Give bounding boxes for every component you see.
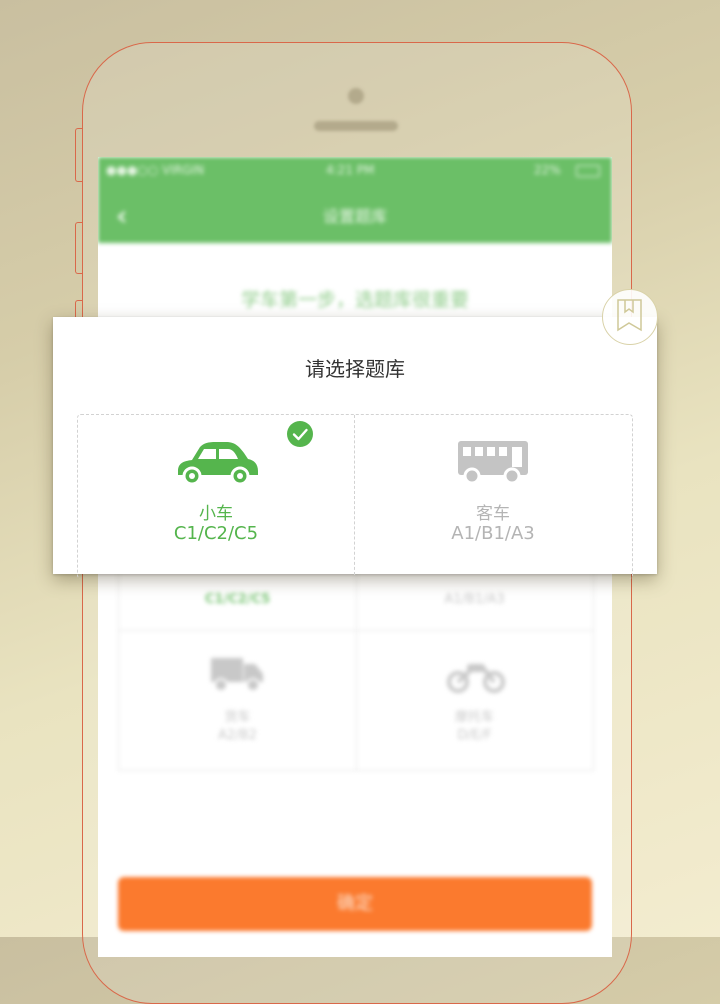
option-license-code: C1/C2/C5 — [173, 523, 259, 544]
selected-check-icon — [287, 421, 313, 447]
dialog-title: 请选择题库 — [305, 357, 405, 381]
select-question-bank-dialog: 请选择题库 小车 C1/C2/C5 客车 A1/B1/A3 — [53, 317, 657, 579]
carrier-label: ●●●○○ VIRGIN — [106, 163, 205, 177]
status-bar: ●●●○○ VIRGIN 4:21 PM 22% — [98, 157, 612, 185]
dialog-options: 小车 C1/C2/C5 客车 A1/B1/A3 — [77, 414, 633, 579]
motorcycle-icon[interactable] — [447, 658, 505, 698]
grid-cell-code: A1/B1/A3 — [444, 592, 505, 607]
page-tagline: 学车第一步，选题库很重要 — [240, 289, 469, 311]
clock: 4:21 PM — [326, 163, 375, 177]
confirm-button[interactable]: 确定 — [118, 877, 592, 931]
option-bus[interactable]: 客车 A1/B1/A3 — [355, 415, 631, 575]
license-type-grid: C1/C2/C5 A1/B1/A3 货车 A2/B2 摩托车 D/E/F — [118, 557, 594, 771]
option-license-code: A1/B1/A3 — [451, 523, 535, 544]
truck-icon[interactable] — [211, 656, 263, 696]
phone-mute-switch — [75, 128, 83, 182]
car-icon — [174, 441, 258, 491]
bus-icon — [458, 441, 528, 489]
option-name: 客车 — [476, 504, 510, 524]
nav-bar: ‹ 设置题库 — [98, 185, 612, 243]
grid-cell-name: 摩托车 — [454, 710, 494, 725]
phone-camera — [348, 88, 364, 104]
phone-volume-up — [75, 222, 83, 274]
grid-cell-code: D/E/F — [457, 728, 492, 743]
option-name: 小车 — [199, 504, 233, 524]
phone-speaker — [314, 121, 398, 131]
grid-cell-code: A2/B2 — [218, 728, 257, 743]
battery-icon — [576, 165, 600, 177]
bookmark-corner-icon — [602, 289, 658, 345]
nav-title: 设置题库 — [322, 207, 387, 226]
grid-cell-name: 货车 — [224, 710, 251, 725]
grid-divider — [119, 630, 593, 631]
option-small-car[interactable]: 小车 C1/C2/C5 — [78, 415, 355, 575]
battery-percent: 22% — [534, 163, 561, 177]
grid-cell-code: C1/C2/C5 — [204, 592, 271, 607]
